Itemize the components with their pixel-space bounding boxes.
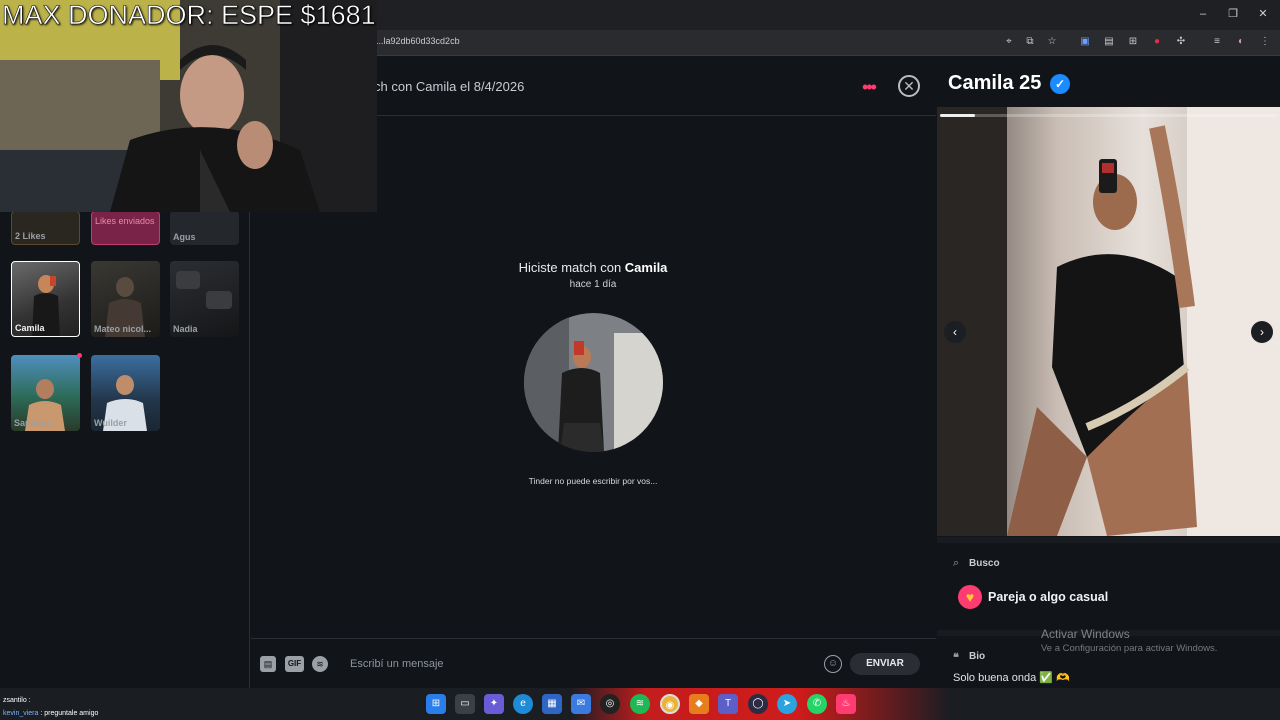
chrome-icon[interactable]: ◉ — [660, 694, 680, 714]
profile-avatar-icon[interactable]: ◐ — [1233, 35, 1249, 49]
message-input[interactable] — [350, 654, 810, 674]
bio-label: Bio — [969, 651, 986, 662]
profile-first-name: Camila — [948, 72, 1014, 94]
chat-user: kevin_viera — [3, 710, 39, 717]
copilot-icon[interactable]: ✦ — [484, 694, 504, 714]
looking-for-label: Busco — [969, 558, 1000, 569]
match-name: Camila — [15, 323, 45, 333]
match-name: Agus — [173, 232, 196, 242]
extension-icon[interactable]: ● — [1149, 35, 1165, 49]
next-photo-button[interactable]: › — [1251, 321, 1273, 343]
url-text[interactable]: ...la92db60d33cd2cb — [376, 36, 460, 46]
match-name: Santiago — [14, 418, 53, 428]
match-tile-selected[interactable]: Camila — [11, 261, 80, 337]
minimize-icon[interactable]: – — [1188, 5, 1218, 23]
looking-for-section — [937, 537, 1280, 630]
telegram-icon[interactable]: ➤ — [777, 694, 797, 714]
puzzle-icon[interactable]: ✣ — [1173, 35, 1189, 49]
location-icon[interactable]: ⌖ — [1001, 35, 1017, 49]
close-window-icon[interactable]: ✕ — [1248, 5, 1278, 23]
photo-progress-track — [940, 114, 1277, 117]
contact-card-icon[interactable]: ▤ — [260, 656, 276, 672]
match-announcement: Hiciste match con Camila — [470, 260, 716, 275]
match-name: Wuilder — [94, 418, 127, 428]
profile-name: Camila 25 — [948, 72, 1041, 95]
match-tile[interactable]: Santiago — [11, 355, 80, 431]
install-icon[interactable]: ⧉ — [1022, 35, 1038, 49]
photo-progress-fill — [940, 114, 976, 117]
task-view-icon[interactable]: ▭ — [455, 694, 475, 714]
bio-text: Solo buena onda ✅ 🫶 — [953, 672, 1070, 684]
emoji-icon[interactable]: ☺ — [824, 655, 842, 673]
bookmark-star-icon[interactable]: ☆ — [1044, 35, 1060, 49]
start-icon[interactable]: ⊞ — [426, 694, 446, 714]
webcam-image — [0, 0, 377, 212]
match-time: hace 1 día — [569, 279, 617, 290]
match-name: Camila — [624, 260, 668, 275]
menu-kebab-icon[interactable]: ⋮ — [1257, 35, 1273, 49]
match-tile[interactable]: Agus — [170, 211, 239, 245]
extension-icon[interactable]: ⊞ — [1125, 35, 1141, 49]
send-button[interactable]: ENVIAR — [850, 653, 920, 675]
match-avatar-image — [524, 313, 663, 452]
match-tile[interactable]: Wuilder — [91, 355, 160, 431]
looking-for-value: Pareja o algo casual — [988, 590, 1109, 604]
match-tile[interactable]: Nadia — [170, 261, 239, 337]
profile-photo-image — [937, 107, 1280, 536]
more-options-icon[interactable]: ••• — [862, 78, 877, 96]
match-tile[interactable]: Mateo nicol... — [91, 261, 160, 337]
activate-windows-title: Activar Windows — [1041, 627, 1130, 641]
match-prefix: Hiciste match con — [518, 260, 625, 275]
heart-eyes-icon: ♥ — [958, 585, 982, 609]
sent-likes-label: Likes enviados — [95, 216, 155, 226]
prev-photo-button[interactable]: ‹ — [944, 321, 966, 343]
ai-disclaimer: Tinder no puede escribir por vos... — [528, 476, 658, 486]
profile-age: 25 — [1019, 72, 1042, 94]
spotify-icon[interactable]: ≋ — [312, 656, 328, 672]
chat-user: zsantilo : — [3, 697, 31, 704]
chat-header-title: ch con Camila el 8/4/2026 — [374, 79, 525, 94]
verified-badge-icon: ✓ — [1050, 74, 1070, 94]
match-avatar[interactable] — [524, 313, 663, 452]
store-icon[interactable]: ▦ — [542, 694, 562, 714]
edge-icon[interactable]: e — [513, 694, 533, 714]
tinder-icon[interactable]: ♨ — [836, 694, 856, 714]
chat-line: zsantilo : — [3, 697, 31, 704]
donor-banner: MAX DONADOR: ESPE $1681 — [2, 0, 376, 30]
translate-icon[interactable]: ▣ — [1077, 35, 1093, 49]
extension-icon[interactable]: ▤ — [1101, 35, 1117, 49]
profile-photo[interactable] — [937, 107, 1280, 536]
teams-icon[interactable]: T — [718, 694, 738, 714]
match-name: Nadia — [173, 324, 198, 334]
obs-icon[interactable]: ◎ — [600, 694, 620, 714]
activate-windows-subtitle: Ve a Configuración para activar Windows. — [1041, 643, 1218, 654]
chat-text: : preguntale amigo — [40, 710, 99, 717]
app-icon[interactable]: ◯ — [748, 694, 768, 714]
likes-tile[interactable]: 2 Likes — [11, 211, 80, 245]
chat-line: kevin_viera : preguntale amigo — [3, 710, 98, 717]
media-icon[interactable]: ≡ — [1209, 35, 1225, 49]
likes-label: 2 Likes — [15, 231, 46, 241]
app-icon[interactable]: ◆ — [689, 694, 709, 714]
match-name: Mateo nicol... — [94, 324, 152, 334]
close-chat-button[interactable]: ✕ — [898, 75, 920, 97]
webcam-overlay — [0, 0, 377, 212]
outlook-icon[interactable]: ✉ — [571, 694, 591, 714]
quote-icon: ❝ — [953, 652, 959, 664]
search-icon: ⌕ — [953, 557, 960, 569]
whatsapp-icon[interactable]: ✆ — [807, 694, 827, 714]
sent-likes-tile[interactable]: Likes enviados — [91, 211, 160, 245]
maximize-icon[interactable]: ❐ — [1218, 5, 1248, 23]
spotify-taskbar-icon[interactable]: ≋ — [630, 694, 650, 714]
new-match-dot — [77, 353, 82, 358]
gif-button[interactable]: GIF — [285, 656, 304, 672]
